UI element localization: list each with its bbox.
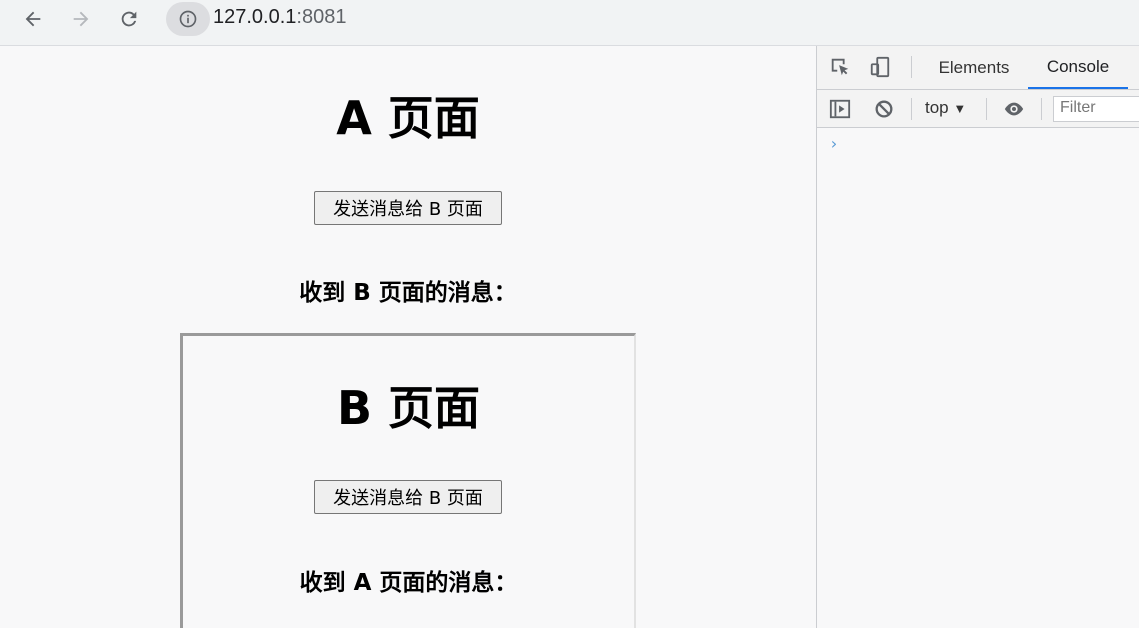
send-to-b-button[interactable]: 发送消息给 B 页面	[314, 191, 502, 225]
console-filter-input[interactable]: Filter	[1053, 96, 1139, 122]
context-selector[interactable]: top ▼	[925, 98, 966, 118]
inspect-element-button[interactable]	[829, 56, 851, 78]
tab-elements[interactable]: Elements	[927, 46, 1021, 89]
devtools-panel: Elements Console top ▼ Filter ›	[816, 46, 1139, 628]
page-b-send-button[interactable]: 发送消息给 B 页面	[314, 480, 502, 514]
received-from-a-label: 收到 A 页面的消息：	[299, 570, 518, 596]
context-value: top	[925, 98, 949, 117]
forward-button[interactable]	[66, 4, 96, 34]
reload-icon	[121, 11, 137, 27]
toolbar-separator	[911, 98, 912, 120]
url-host: 127.0.0.1	[213, 6, 297, 28]
page-b-title: B 页面	[336, 381, 481, 435]
page-a-title: A 页面	[336, 91, 480, 145]
back-button[interactable]	[18, 4, 48, 34]
page-viewport: A 页面 发送消息给 B 页面 收到 B 页面的消息： B 页面 发送消息给 B…	[0, 46, 816, 628]
received-from-b-label: 收到 B 页面的消息：	[299, 280, 517, 306]
live-expression-button[interactable]	[1003, 98, 1025, 120]
device-toolbar-button[interactable]	[869, 56, 891, 78]
console-prompt[interactable]: ›	[829, 134, 839, 153]
device-icon	[870, 56, 890, 78]
forward-arrow-icon	[73, 11, 89, 27]
devtools-tab-bar: Elements Console	[817, 46, 1139, 90]
show-sidebar-button[interactable]	[829, 98, 851, 120]
reload-button[interactable]	[114, 4, 144, 34]
clear-console-icon	[875, 100, 893, 118]
sidebar-toggle-icon	[829, 99, 851, 119]
page-b-iframe: B 页面 发送消息给 B 页面 收到 A 页面的消息：	[180, 333, 636, 628]
back-arrow-icon	[25, 11, 41, 27]
tab-console[interactable]: Console	[1028, 46, 1128, 89]
dropdown-arrow-icon: ▼	[953, 101, 967, 116]
browser-toolbar: 127.0.0.1:8081	[0, 0, 1139, 46]
url-port: :8081	[296, 6, 347, 28]
clear-console-button[interactable]	[873, 98, 895, 120]
info-icon	[179, 10, 197, 28]
tab-separator	[911, 56, 912, 78]
console-toolbar: top ▼ Filter	[817, 90, 1139, 128]
eye-icon	[1004, 102, 1024, 116]
toolbar-separator-2	[986, 98, 987, 120]
inspect-cursor-icon	[831, 58, 849, 76]
toolbar-separator-3	[1041, 98, 1042, 120]
url-text[interactable]: 127.0.0.1:8081	[213, 6, 346, 29]
site-info-button[interactable]	[166, 2, 210, 36]
